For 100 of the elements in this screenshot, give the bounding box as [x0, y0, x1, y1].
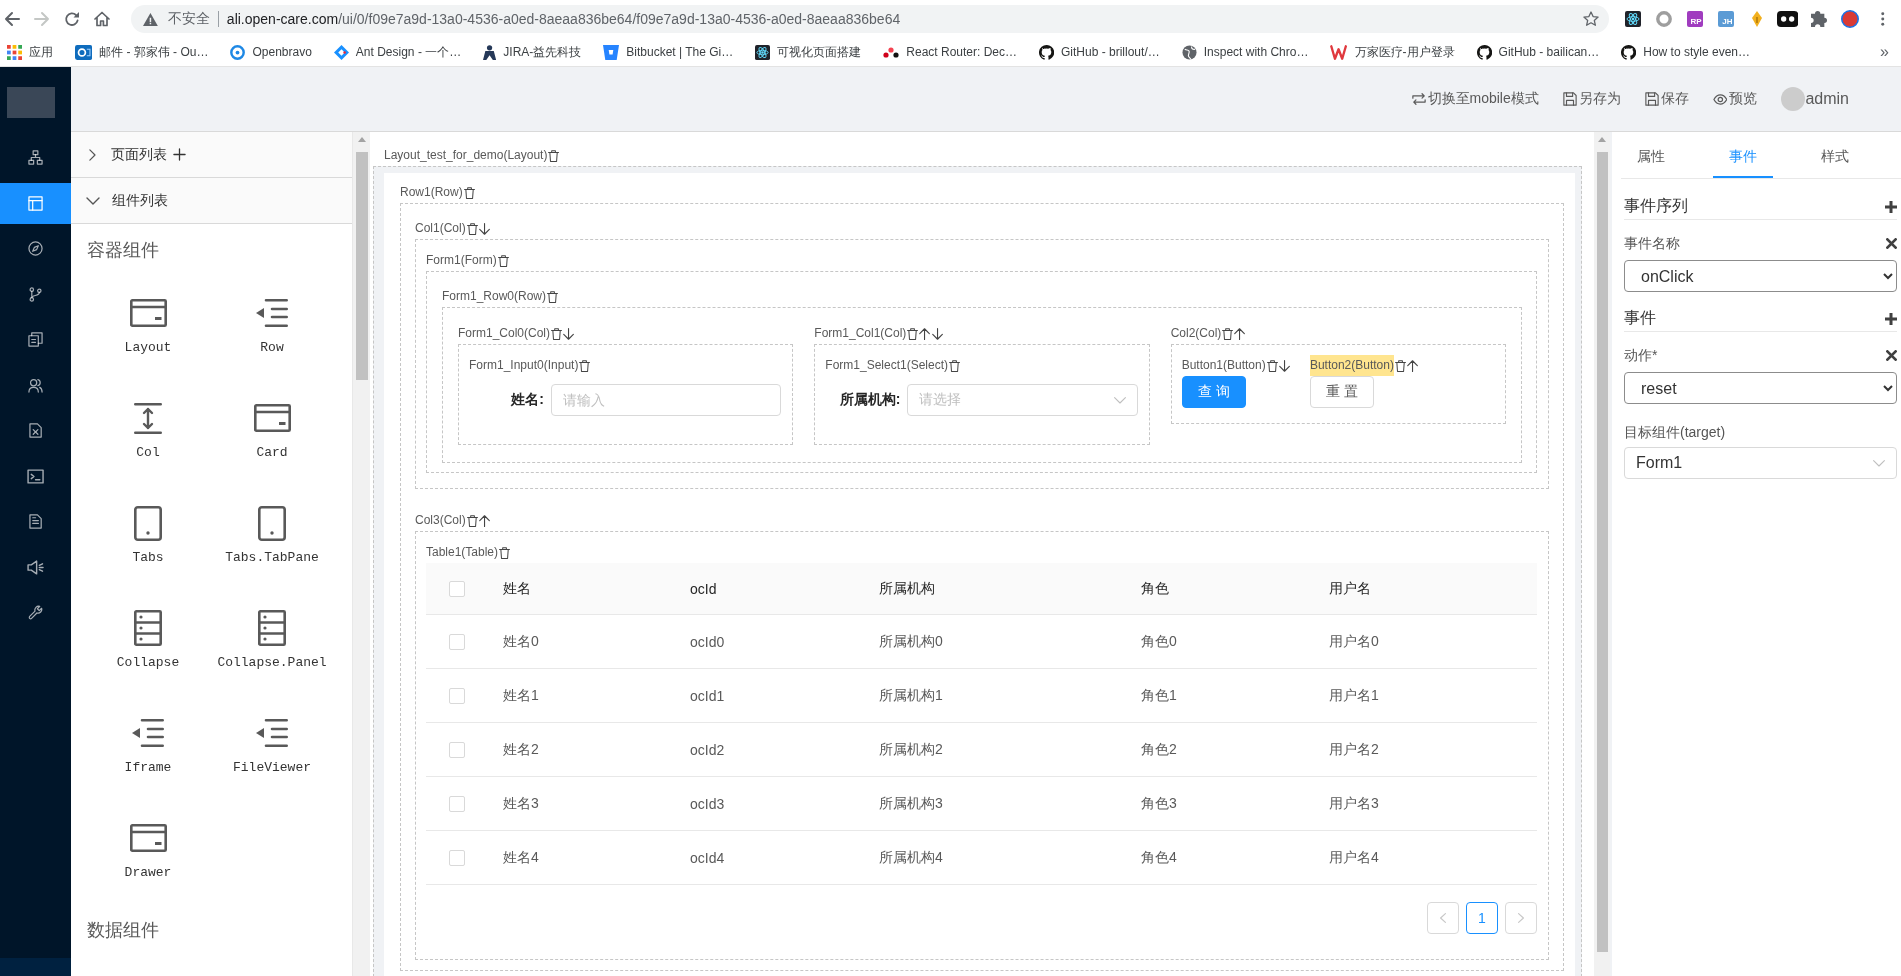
- atom-icon[interactable]: [1624, 11, 1641, 27]
- delete-icon[interactable]: [497, 254, 509, 267]
- bookmark[interactable]: React Router: Dec…: [876, 40, 1028, 64]
- component-label[interactable]: Col2(Col): [1170, 323, 1222, 344]
- text-input[interactable]: 请输入: [551, 384, 782, 416]
- delete-icon[interactable]: [1394, 359, 1406, 372]
- checkbox[interactable]: [448, 741, 465, 758]
- ring-icon[interactable]: [1655, 11, 1672, 27]
- delete-icon[interactable]: [466, 222, 478, 235]
- arrow-down-icon[interactable]: [563, 327, 575, 340]
- profile-avatar-icon[interactable]: [1840, 10, 1859, 28]
- component-label[interactable]: Form1_Row0(Row): [442, 286, 547, 307]
- checkbox[interactable]: [448, 849, 465, 866]
- bookmark[interactable]: 万家医疗-用户登录: [1323, 40, 1466, 64]
- component-label[interactable]: Table1(Table): [426, 542, 499, 563]
- component-label[interactable]: Layout_test_for_demo(Layout): [384, 145, 548, 166]
- pen-nib-icon[interactable]: [1750, 11, 1763, 27]
- component-item[interactable]: Drawer: [86, 805, 210, 910]
- component-label[interactable]: Col1(Col): [415, 218, 466, 239]
- arrow-down-icon[interactable]: [931, 327, 943, 340]
- mode-switch-button[interactable]: 切换至mobile模式: [1411, 90, 1539, 108]
- component-label[interactable]: Button1(Button): [1181, 355, 1266, 376]
- arrow-up-icon[interactable]: [478, 514, 490, 527]
- component-item[interactable]: Iframe: [86, 700, 210, 805]
- scrollbar-thumb[interactable]: [355, 152, 368, 380]
- checkbox[interactable]: [448, 580, 465, 597]
- delete-icon[interactable]: [1266, 359, 1278, 372]
- more-icon[interactable]: [1881, 12, 1885, 26]
- extension-badge[interactable]: RP: [1686, 11, 1703, 27]
- arrow-up-icon[interactable]: [1234, 327, 1246, 340]
- arrow-up-icon[interactable]: [1407, 359, 1419, 372]
- component-label[interactable]: Form1(Form): [426, 250, 497, 271]
- delete-icon[interactable]: [907, 327, 919, 340]
- address-bar[interactable]: 不安全 ali.open-care.com/ui/0/f09e7a9d-13a0-4536-a0ed-8aeaa836be64/f09e7a9d-13a0-4536-a0ed-8aeaa836be64: [131, 5, 1609, 33]
- collapse-header[interactable]: 组件列表: [71, 178, 352, 224]
- more-bookmarks-button[interactable]: »: [1868, 43, 1901, 61]
- delete-icon[interactable]: [463, 186, 475, 199]
- bookmark[interactable]: Openbravo: [223, 40, 323, 64]
- component-label[interactable]: Form1_Col1(Col): [814, 323, 907, 344]
- component-item[interactable]: Tabs: [86, 490, 210, 595]
- component-item[interactable]: Collapse.Panel: [210, 595, 334, 700]
- delete-icon[interactable]: [949, 359, 961, 372]
- delete-icon[interactable]: [1222, 327, 1234, 340]
- checkbox[interactable]: [448, 633, 465, 650]
- delete-icon[interactable]: [551, 327, 563, 340]
- reload-icon[interactable]: [64, 11, 80, 27]
- component-label[interactable]: Row1(Row): [400, 182, 463, 203]
- bookmark[interactable]: 邮件 - 郭家伟 - Ou…: [68, 40, 220, 64]
- component-label[interactable]: Form1_Input0(Input): [469, 355, 579, 376]
- bookmark[interactable]: Bitbucket | The Gi…: [596, 40, 745, 64]
- select-field[interactable]: Form1: [1624, 447, 1897, 479]
- save-button[interactable]: 保存: [1644, 90, 1689, 108]
- panel-tab[interactable]: 属性: [1621, 132, 1681, 178]
- scrollbar[interactable]: [352, 132, 370, 976]
- component-item[interactable]: Col: [86, 385, 210, 490]
- bookmark[interactable]: How to style even…: [1614, 40, 1761, 64]
- arrow-down-icon[interactable]: [478, 222, 490, 235]
- arrow-down-icon[interactable]: [1278, 359, 1290, 372]
- user-menu[interactable]: admin: [1781, 87, 1849, 111]
- menu-item[interactable]: [0, 182, 71, 224]
- add-icon[interactable]: [1885, 200, 1897, 213]
- component-label[interactable]: Form1_Col0(Col): [458, 323, 551, 344]
- home-icon[interactable]: [94, 11, 110, 27]
- delete-icon[interactable]: [579, 359, 591, 372]
- checkbox[interactable]: [448, 795, 465, 812]
- scrollbar[interactable]: [1594, 132, 1610, 976]
- save-as-button[interactable]: 另存为: [1562, 90, 1621, 108]
- bookmark[interactable]: 应用: [0, 40, 64, 64]
- component-item[interactable]: Row: [210, 280, 334, 385]
- back-icon[interactable]: [4, 11, 20, 27]
- arrow-up-icon[interactable]: [919, 327, 931, 340]
- component-item[interactable]: Collapse: [86, 595, 210, 700]
- dots-tile-icon[interactable]: [1776, 11, 1799, 27]
- close-icon[interactable]: [1886, 349, 1897, 361]
- bookmark[interactable]: 可视化页面搭建: [748, 40, 873, 64]
- component-label[interactable]: Form1_Select1(Select): [825, 355, 949, 376]
- scrollbar-thumb[interactable]: [1596, 152, 1608, 952]
- bookmark[interactable]: Inspect with Chro…: [1174, 40, 1320, 64]
- close-icon[interactable]: [1886, 237, 1897, 249]
- preview-button[interactable]: 预览: [1712, 90, 1758, 108]
- select-field[interactable]: reset: [1624, 372, 1897, 404]
- bookmark[interactable]: Ant Design - 一个…: [326, 40, 473, 64]
- component-item[interactable]: FileViewer: [210, 700, 334, 805]
- puzzle-icon[interactable]: [1810, 11, 1827, 27]
- bookmark[interactable]: GitHub - bailican…: [1469, 40, 1611, 64]
- collapse-header[interactable]: 页面列表: [71, 132, 352, 178]
- plus-icon[interactable]: [172, 148, 186, 161]
- select-field[interactable]: onClick: [1624, 260, 1897, 292]
- delete-icon[interactable]: [547, 290, 559, 303]
- component-item[interactable]: Card: [210, 385, 334, 490]
- bookmark[interactable]: JIRA-益先科技: [476, 40, 593, 64]
- checkbox[interactable]: [448, 687, 465, 704]
- delete-icon[interactable]: [466, 514, 478, 527]
- delete-icon[interactable]: [548, 149, 560, 162]
- panel-tab[interactable]: 样式: [1805, 132, 1865, 178]
- bookmark-star-icon[interactable]: [1583, 11, 1599, 27]
- component-label[interactable]: Col3(Col): [415, 510, 466, 531]
- delete-icon[interactable]: [499, 546, 511, 559]
- security-label[interactable]: 不安全: [167, 10, 210, 28]
- component-item[interactable]: Layout: [86, 280, 210, 385]
